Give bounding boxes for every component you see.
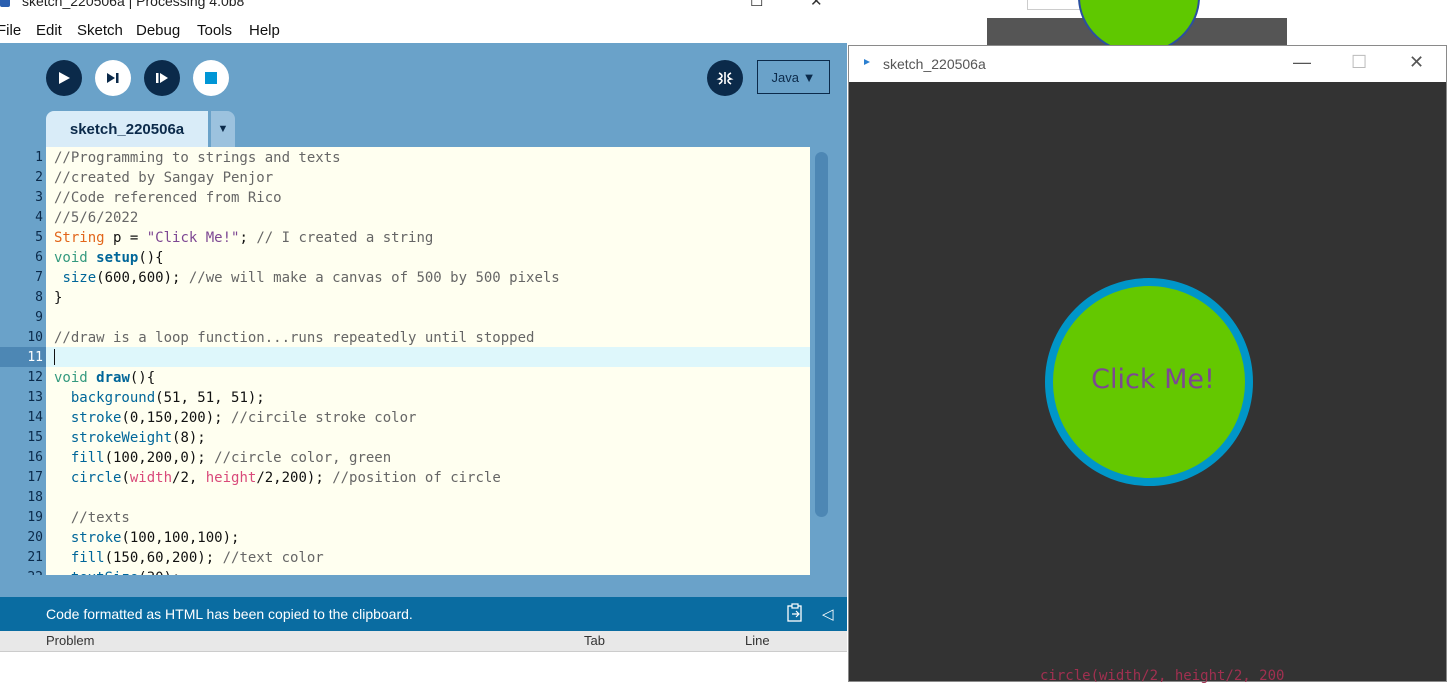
line-number: 11 [27, 350, 43, 365]
line-number: 6 [35, 250, 43, 265]
tab-sketch[interactable]: sketch_220506a [46, 111, 208, 147]
code-line: stroke(100,100,100); [70, 530, 240, 546]
code-line: //created by Sangay Penjor [54, 170, 274, 186]
code-editor[interactable]: //Programming to strings and texts //crea… [46, 147, 810, 575]
problems-column-tab[interactable]: Tab [584, 633, 605, 648]
collapse-console-icon[interactable]: ◁ [822, 605, 834, 623]
problems-column-problem[interactable]: Problem [46, 633, 94, 648]
code-line: //texts [54, 510, 130, 526]
step-button[interactable] [95, 60, 131, 96]
code-line: stroke(0,150,200); //circile stroke colo… [70, 410, 417, 426]
line-number: 1 [35, 150, 43, 165]
menu-edit[interactable]: Edit [36, 22, 62, 39]
line-number: 8 [35, 290, 43, 305]
step-icon [107, 73, 119, 83]
code-line: textSize(30); [54, 568, 181, 575]
line-number: 3 [35, 190, 43, 205]
status-message: Code formatted as HTML has been copied t… [46, 606, 413, 622]
line-number: 19 [27, 510, 43, 525]
continue-icon [156, 73, 168, 83]
menu-bar: File Edit Sketch Debug Tools Help [0, 14, 847, 44]
debugger-button[interactable] [707, 60, 743, 96]
minimize-icon[interactable]: — [1293, 52, 1311, 73]
editor-bottom-border [0, 575, 847, 597]
ide-title-bar: sketch_220506a | Processing 4.0b8 ☐ ✕ [0, 0, 847, 14]
line-number: 15 [27, 430, 43, 445]
line-number: 7 [35, 270, 43, 285]
line-number: 21 [27, 550, 43, 565]
processing-ide-window: sketch_220506a | Processing 4.0b8 ☐ ✕ Fi… [0, 0, 847, 693]
click-me-text: Click Me! [1091, 364, 1215, 395]
code-line: fill(150,60,200); //text color [70, 550, 324, 566]
line-number: 16 [27, 450, 43, 465]
line-number: 22 [0, 568, 43, 575]
line-number: 13 [27, 390, 43, 405]
ide-window-title: sketch_220506a | Processing 4.0b8 [22, 0, 245, 9]
line-number: 12 [27, 370, 43, 385]
line-number: 18 [27, 490, 43, 505]
problems-header: Problem Tab Line [0, 631, 847, 652]
status-bar: Code formatted as HTML has been copied t… [0, 597, 847, 631]
code-line: //Code referenced from Rico [54, 190, 282, 206]
problems-column-line[interactable]: Line [745, 633, 770, 648]
menu-file[interactable]: File [0, 22, 21, 39]
restore-icon[interactable]: ☐ [750, 0, 763, 10]
mode-selector[interactable]: Java ▼ [757, 60, 830, 94]
menu-debug[interactable]: Debug [136, 22, 180, 39]
line-number: 2 [35, 170, 43, 185]
stop-icon [205, 72, 217, 84]
code-line: size(600,600); //we will make a canvas o… [62, 270, 560, 286]
processing-app-icon [0, 0, 10, 7]
menu-sketch[interactable]: Sketch [77, 22, 123, 39]
text-cursor [54, 349, 55, 365]
clipboard-icon[interactable] [786, 603, 804, 623]
editor-scrollbar-thumb[interactable] [815, 152, 828, 517]
line-number: 20 [27, 530, 43, 545]
butterfly-icon [716, 72, 734, 85]
code-line: //5/6/2022 [54, 210, 139, 226]
sketch-app-icon [864, 59, 870, 65]
code-line: //draw is a loop function...runs repeate… [54, 330, 535, 346]
line-number: 14 [27, 410, 43, 425]
menu-tools[interactable]: Tools [197, 22, 232, 39]
line-number: 9 [35, 310, 43, 325]
code-line: background(51, 51, 51); [70, 390, 265, 406]
sketch-window-title: sketch_220506a [883, 56, 986, 72]
code-line: strokeWeight(8); [70, 430, 206, 446]
play-icon [59, 72, 70, 84]
code-line: String p = "Click Me!"; // I created a s… [54, 230, 434, 246]
background-code-peek: circle(width/2, height/2, 200 [1040, 668, 1285, 684]
run-button[interactable] [46, 60, 82, 96]
tab-menu-dropdown[interactable]: ▼ [211, 111, 235, 147]
line-number: 10 [27, 330, 43, 345]
sketch-close-icon[interactable]: ✕ [1409, 52, 1424, 73]
code-line: circle(width/2, height/2,200); //positio… [70, 470, 501, 486]
code-line: void setup(){ [54, 250, 164, 266]
code-line: fill(100,200,0); //circle color, green [70, 450, 392, 466]
line-number: 5 [35, 230, 43, 245]
maximize-icon[interactable]: ☐ [1351, 52, 1367, 73]
code-line: //Programming to strings and texts [54, 150, 341, 166]
close-icon[interactable]: ✕ [810, 0, 823, 10]
code-line: } [54, 290, 63, 306]
line-number: 17 [27, 470, 43, 485]
stop-button[interactable] [193, 60, 229, 96]
line-numbers: 12345678910111213141516171819202122 [0, 147, 46, 575]
sketch-title-bar: sketch_220506a — ☐ ✕ [849, 46, 1446, 82]
continue-button[interactable] [144, 60, 180, 96]
line-number: 4 [35, 210, 43, 225]
menu-help[interactable]: Help [249, 22, 280, 39]
code-line: void draw(){ [54, 370, 156, 386]
toolbar: Java ▼ sketch_220506a ▼ [0, 43, 847, 150]
